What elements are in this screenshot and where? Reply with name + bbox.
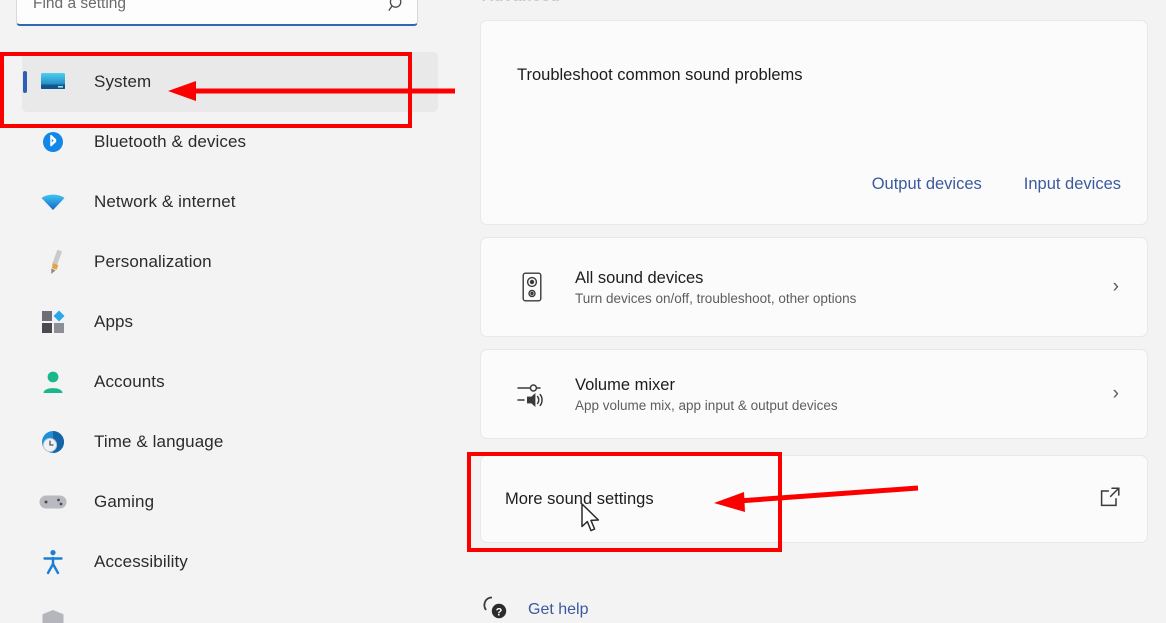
- person-icon: [36, 367, 70, 397]
- svg-text:?: ?: [496, 606, 503, 618]
- sidebar-item-gaming[interactable]: Gaming: [22, 472, 438, 532]
- troubleshoot-title: Troubleshoot common sound problems: [517, 66, 803, 84]
- output-devices-link[interactable]: Output devices: [872, 175, 982, 194]
- troubleshoot-links: Output devices Input devices: [872, 175, 1121, 194]
- shield-icon: [36, 607, 70, 623]
- all-sound-devices-title: All sound devices: [575, 268, 704, 287]
- accessibility-icon: [36, 547, 70, 577]
- main-content: Advanced Troubleshoot common sound probl…: [460, 0, 1166, 623]
- sidebar-item-label: System: [94, 72, 152, 91]
- sidebar-item-label: Apps: [94, 312, 134, 331]
- sidebar: System Bluetooth & devices: [0, 0, 460, 623]
- troubleshoot-card: Troubleshoot common sound problems Outpu…: [480, 20, 1148, 225]
- get-help-row[interactable]: ? Get help: [480, 592, 588, 623]
- sidebar-item-time-language[interactable]: Time & language: [22, 412, 438, 472]
- sidebar-item-label: Personalization: [94, 252, 212, 271]
- help-question-icon: ?: [480, 592, 510, 623]
- volume-mixer-text: Volume mixer App volume mix, app input &…: [575, 376, 1113, 413]
- volume-mixer-subtitle: App volume mix, app input & output devic…: [575, 397, 838, 413]
- speaker-icon: [511, 266, 553, 308]
- sidebar-item-personalization[interactable]: Personalization: [22, 232, 438, 292]
- search-box[interactable]: [16, 0, 418, 26]
- gamepad-icon: [36, 487, 70, 517]
- all-sound-devices-subtitle: Turn devices on/off, troubleshoot, other…: [575, 290, 857, 306]
- sidebar-item-apps[interactable]: Apps: [22, 292, 438, 352]
- sidebar-item-label: Time & language: [94, 432, 224, 451]
- sidebar-item-label: Accessibility: [94, 552, 188, 571]
- chevron-right-icon[interactable]: ›: [1113, 383, 1125, 405]
- sidebar-item-label: Network & internet: [94, 192, 236, 211]
- paintbrush-icon: [36, 247, 70, 277]
- display-monitor-icon: [36, 67, 70, 97]
- input-devices-link[interactable]: Input devices: [1024, 175, 1121, 194]
- all-sound-devices-card[interactable]: All sound devices Turn devices on/off, t…: [480, 237, 1148, 337]
- sidebar-item-system[interactable]: System: [22, 52, 438, 112]
- settings-window: System Bluetooth & devices: [0, 0, 1166, 623]
- volume-mixer-title: Volume mixer: [575, 375, 675, 394]
- sidebar-item-accounts[interactable]: Accounts: [22, 352, 438, 412]
- section-heading: Advanced: [482, 0, 560, 6]
- selection-indicator: [23, 71, 27, 93]
- volume-mixer-icon: [511, 373, 553, 415]
- sidebar-item-label: Gaming: [94, 492, 155, 511]
- sidebar-nav: System Bluetooth & devices Network & int…: [0, 52, 460, 623]
- chevron-right-icon[interactable]: ›: [1113, 276, 1125, 298]
- wifi-icon: [36, 187, 70, 217]
- sidebar-item-label: Accounts: [94, 372, 165, 391]
- apps-grid-icon: [36, 307, 70, 337]
- clock-globe-icon: [36, 427, 70, 457]
- sidebar-item-privacy-security[interactable]: [22, 592, 438, 623]
- get-help-link[interactable]: Get help: [528, 601, 588, 619]
- all-sound-devices-text: All sound devices Turn devices on/off, t…: [575, 269, 1113, 306]
- search-input[interactable]: [17, 0, 377, 24]
- more-sound-settings-card[interactable]: More sound settings: [480, 455, 1148, 543]
- sidebar-item-bluetooth-devices[interactable]: Bluetooth & devices: [22, 112, 438, 172]
- sidebar-item-label: Bluetooth & devices: [94, 132, 247, 151]
- search-icon: [377, 0, 417, 24]
- bluetooth-icon: [36, 127, 70, 157]
- sidebar-item-accessibility[interactable]: Accessibility: [22, 532, 438, 592]
- more-sound-settings-title: More sound settings: [505, 489, 654, 508]
- external-link-icon[interactable]: [1099, 486, 1125, 513]
- sidebar-item-network-internet[interactable]: Network & internet: [22, 172, 438, 232]
- more-sound-settings-text: More sound settings: [505, 490, 1099, 509]
- volume-mixer-card[interactable]: Volume mixer App volume mix, app input &…: [480, 349, 1148, 439]
